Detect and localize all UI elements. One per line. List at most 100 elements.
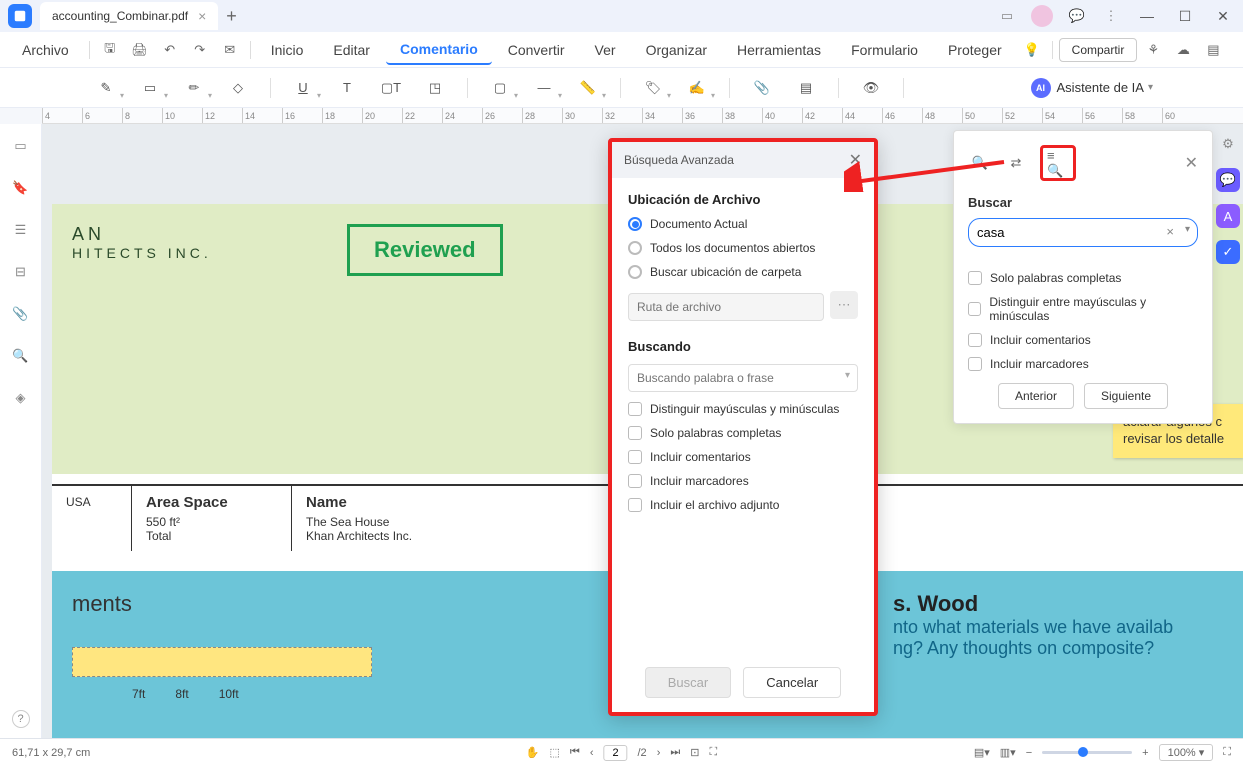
zoom-in-icon[interactable]: + [1142, 747, 1148, 759]
prev-page-icon[interactable]: ‹ [590, 747, 594, 759]
close-tab-icon[interactable]: × [198, 8, 206, 24]
advanced-search-icon[interactable]: ≡🔍 [1040, 145, 1076, 181]
cloud-icon[interactable]: ☁ [1169, 36, 1197, 64]
search-icon[interactable]: 🔍 [968, 151, 992, 175]
layers-icon[interactable]: ◈ [9, 386, 33, 410]
new-tab-button[interactable]: + [226, 6, 237, 27]
search-input[interactable] [968, 218, 1198, 247]
chevron-down-icon[interactable]: ▾ [1185, 224, 1190, 235]
menu-proteger[interactable]: Proteger [934, 36, 1016, 64]
underline-icon[interactable]: U▾ [287, 74, 319, 102]
pencil-icon[interactable]: ✏▾ [178, 74, 210, 102]
chevron-down-icon[interactable]: ▾ [845, 370, 850, 381]
settings-icon[interactable]: ⚙ [1216, 132, 1240, 156]
bookmarks-icon[interactable]: 🔖 [9, 176, 33, 200]
browse-folder-icon[interactable]: ⋯ [830, 291, 858, 319]
text-icon[interactable]: T [331, 74, 363, 102]
menu-editar[interactable]: Editar [319, 36, 384, 64]
checkbox-whole-words[interactable]: Solo palabras completas [968, 271, 1198, 285]
menu-archivo[interactable]: Archivo [8, 36, 83, 64]
thumbnails-icon[interactable]: ▭ [9, 134, 33, 158]
fields-icon[interactable]: ⊟ [9, 260, 33, 284]
expand-icon[interactable]: ⛶ [709, 746, 717, 759]
help-icon[interactable]: ? [12, 710, 30, 728]
zoom-out-icon[interactable]: − [1026, 747, 1032, 759]
measure-icon[interactable]: 📏▾ [572, 74, 604, 102]
maximize-icon[interactable]: ☐ [1173, 8, 1197, 25]
checkbox-include-comments[interactable]: Incluir comentarios [968, 333, 1198, 347]
document-tab[interactable]: accounting_Combinar.pdf × [40, 2, 218, 30]
show-hide-icon[interactable]: 👁 [855, 74, 887, 102]
radio-current-doc[interactable]: Documento Actual [628, 217, 858, 231]
fullscreen-icon[interactable]: ⛶ [1223, 746, 1231, 759]
redo-icon[interactable]: ↷ [186, 36, 214, 64]
page-number-input[interactable] [604, 745, 628, 761]
checkbox-include-bookmarks[interactable]: Incluir marcadores [968, 357, 1198, 371]
undo-icon[interactable]: ↶ [156, 36, 184, 64]
panel-icon[interactable]: ▤ [1199, 36, 1227, 64]
signature-icon[interactable]: ✍▾ [681, 74, 713, 102]
menu-ver[interactable]: Ver [581, 36, 630, 64]
close-panel-icon[interactable]: ✕ [1185, 153, 1198, 173]
hand-tool-icon[interactable]: ✋ [526, 746, 540, 759]
radio-all-docs[interactable]: Todos los documentos abiertos [628, 241, 858, 255]
menu-organizar[interactable]: Organizar [632, 36, 721, 64]
cancel-button[interactable]: Cancelar [743, 667, 841, 698]
highlighter-icon[interactable]: ✎▾ [90, 74, 122, 102]
mail-icon[interactable]: ✉ [216, 36, 244, 64]
replace-icon[interactable]: ⇄ [1004, 151, 1028, 175]
attachment-sidebar-icon[interactable]: 📎 [9, 302, 33, 326]
next-page-icon[interactable]: › [657, 747, 661, 759]
share-button[interactable]: Compartir [1059, 38, 1138, 62]
ai-assistant-button[interactable]: AI Asistente de IA ▾ [1031, 78, 1153, 98]
radio-folder[interactable]: Buscar ubicación de carpeta [628, 265, 858, 279]
window-layout-icon[interactable]: ▭ [997, 6, 1017, 26]
ai-tool-icon[interactable]: A [1216, 204, 1240, 228]
callout-icon[interactable]: ◳ [419, 74, 451, 102]
checkbox-include-comments[interactable]: Incluir comentarios [628, 450, 858, 464]
list-icon[interactable]: ☰ [9, 218, 33, 242]
textbox-icon[interactable]: ▢T [375, 74, 407, 102]
menu-convertir[interactable]: Convertir [494, 36, 579, 64]
print-icon[interactable]: 🖨 [126, 36, 154, 64]
share-link-icon[interactable]: ⚘ [1139, 36, 1167, 64]
checkbox-whole-words[interactable]: Solo palabras completas [628, 426, 858, 440]
select-tool-icon[interactable]: ⬚ [550, 746, 560, 759]
note-icon[interactable]: ▭▾ [134, 74, 166, 102]
avatar[interactable] [1031, 5, 1053, 27]
zoom-value[interactable]: 100% ▾ [1159, 744, 1214, 761]
checkbox-case-sensitive[interactable]: Distinguir entre mayúsculas y minúsculas [968, 295, 1198, 323]
view-mode-icon[interactable]: ▤▾ [974, 746, 990, 759]
checkbox-include-attachment[interactable]: Incluir el archivo adjunto [628, 498, 858, 512]
last-page-icon[interactable]: ⏭ [670, 746, 680, 759]
line-icon[interactable]: —▾ [528, 74, 560, 102]
menu-formulario[interactable]: Formulario [837, 36, 932, 64]
path-input[interactable] [628, 293, 824, 321]
stamp-icon[interactable]: 🏷▾ [637, 74, 669, 102]
menu-herramientas[interactable]: Herramientas [723, 36, 835, 64]
search-sidebar-icon[interactable]: 🔍 [9, 344, 33, 368]
check-icon[interactable]: ✓ [1216, 240, 1240, 264]
attachment-icon[interactable]: 📎 [746, 74, 778, 102]
comments-panel-icon[interactable]: ▤ [790, 74, 822, 102]
first-page-icon[interactable]: ⏮ [570, 746, 580, 759]
clear-input-icon[interactable]: × [1166, 224, 1174, 239]
zoom-slider[interactable] [1042, 751, 1132, 754]
next-button[interactable]: Siguiente [1084, 383, 1168, 409]
ai-chat-icon[interactable]: 💬 [1216, 168, 1240, 192]
shape-rect-icon[interactable]: ▢▾ [484, 74, 516, 102]
checkbox-include-bookmarks[interactable]: Incluir marcadores [628, 474, 858, 488]
minimize-icon[interactable]: — [1135, 8, 1159, 24]
menu-comentario[interactable]: Comentario [386, 35, 492, 65]
close-dialog-icon[interactable]: ✕ [849, 150, 862, 170]
search-phrase-input[interactable] [628, 364, 858, 392]
menu-inicio[interactable]: Inicio [257, 36, 318, 64]
previous-button[interactable]: Anterior [998, 383, 1074, 409]
fit-icon[interactable]: ⊡ [690, 746, 699, 759]
chat-icon[interactable]: 💬 [1067, 6, 1087, 26]
eraser-icon[interactable]: ◇ [222, 74, 254, 102]
checkbox-case-sensitive[interactable]: Distinguir mayúsculas y minúsculas [628, 402, 858, 416]
lightbulb-icon[interactable]: 💡 [1018, 36, 1046, 64]
close-window-icon[interactable]: ✕ [1211, 8, 1235, 25]
save-icon[interactable]: 🖫 [96, 36, 124, 64]
